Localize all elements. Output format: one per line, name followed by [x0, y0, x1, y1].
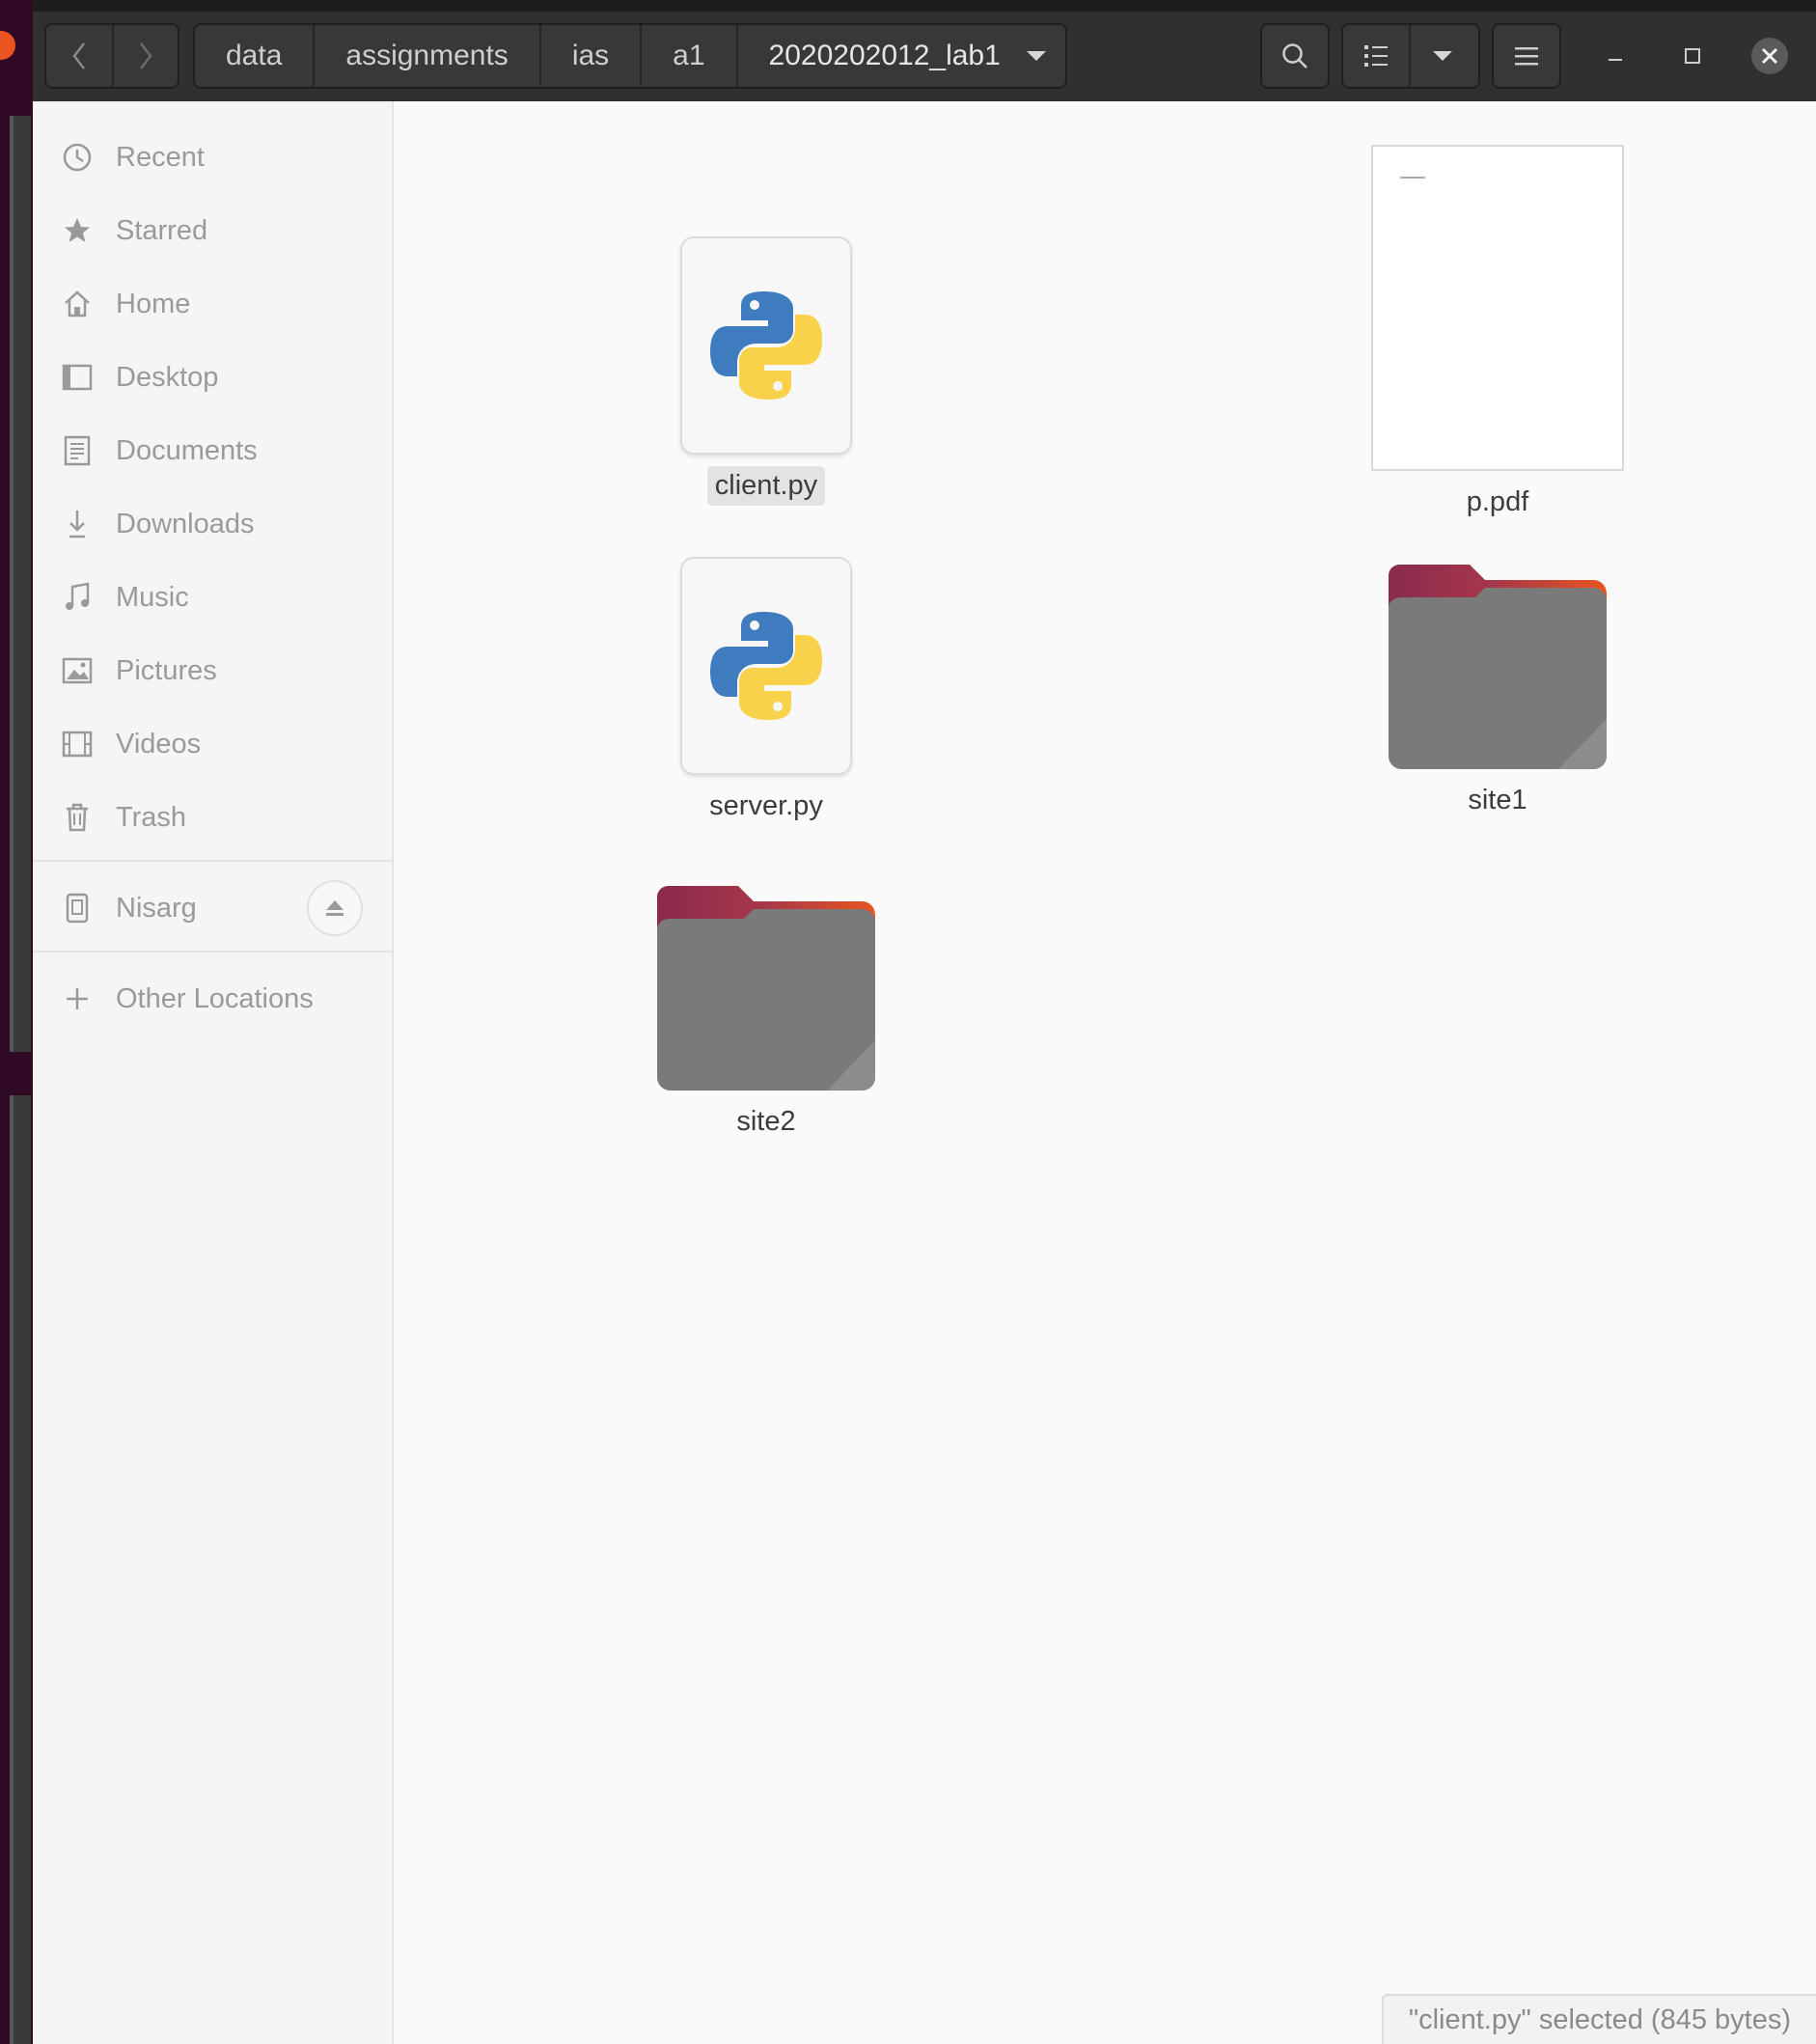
trash-icon [58, 798, 96, 837]
python-file-icon [680, 557, 852, 775]
sidebar: Recent Starred Home Desktop Documents Do… [33, 101, 394, 2044]
main-menu-button[interactable] [1494, 25, 1559, 87]
sidebar-item-label: Documents [116, 434, 258, 466]
status-text: "client.py" selected (845 bytes) [1408, 2003, 1791, 2035]
view-toggle-button[interactable] [1343, 25, 1409, 87]
breadcrumb-assignments[interactable]: assignments [313, 25, 538, 87]
sidebar-item-desktop[interactable]: Desktop [33, 344, 392, 411]
headerbar: data assignments ias a1 2020202012_lab1 [33, 12, 1816, 101]
file-name: site2 [736, 1106, 796, 1137]
desktop-background-strip [0, 0, 33, 2044]
sidebar-item-label: Desktop [116, 361, 219, 393]
file-name: p.pdf [1466, 486, 1529, 517]
breadcrumb-current-folder[interactable]: 2020202012_lab1 [735, 25, 1078, 87]
background-window-scrollbar-lower [10, 1095, 31, 2044]
clock-icon [58, 138, 96, 177]
sidebar-item-videos[interactable]: Videos [33, 710, 392, 778]
file-grid: client.py p.pdf server.py site1 site2 "c… [394, 101, 1816, 2044]
breadcrumb: data assignments ias a1 2020202012_lab1 [193, 23, 1067, 89]
sidebar-item-nisarg[interactable]: Nisarg [33, 874, 392, 942]
sidebar-item-pictures[interactable]: Pictures [33, 637, 392, 704]
file-name: client.py [706, 466, 826, 506]
sidebar-item-documents[interactable]: Documents [33, 417, 392, 484]
view-button-group [1341, 23, 1480, 89]
selection-status-bar: "client.py" selected (845 bytes) [1381, 1994, 1816, 2044]
file-item-client-py[interactable]: client.py [670, 236, 863, 506]
nav-buttons [44, 23, 179, 89]
search-icon [1282, 43, 1307, 69]
breadcrumb-ias[interactable]: ias [538, 25, 640, 87]
file-item-p-pdf[interactable]: p.pdf [1353, 145, 1642, 522]
desktop-icon [58, 358, 96, 397]
film-icon [58, 725, 96, 763]
terminal-close-icon[interactable] [0, 31, 15, 60]
sidebar-item-label: Recent [116, 141, 205, 173]
home-icon [58, 285, 96, 323]
top-edge [0, 0, 1816, 12]
file-name: server.py [709, 790, 823, 821]
caret-down-icon [1433, 51, 1452, 61]
close-icon [1751, 38, 1788, 74]
plus-icon [58, 980, 96, 1018]
forward-button[interactable] [112, 25, 178, 87]
star-icon [58, 211, 96, 250]
sidebar-item-label: Starred [116, 214, 208, 246]
file-item-server-py[interactable]: server.py [670, 557, 863, 826]
eject-button[interactable] [307, 880, 363, 936]
file-item-site1[interactable]: site1 [1353, 565, 1642, 820]
download-icon [58, 505, 96, 543]
minimize-icon [1609, 59, 1622, 61]
sidebar-item-downloads[interactable]: Downloads [33, 490, 392, 558]
document-icon [58, 431, 96, 470]
picture-icon [58, 651, 96, 690]
sidebar-item-music[interactable]: Music [33, 564, 392, 631]
hamburger-menu-icon [1515, 47, 1538, 66]
search-button-group [1260, 23, 1330, 89]
sidebar-item-starred[interactable]: Starred [33, 197, 392, 264]
sidebar-item-label: Other Locations [116, 982, 314, 1014]
sidebar-item-trash[interactable]: Trash [33, 784, 392, 851]
menu-button-group [1492, 23, 1561, 89]
maximize-button[interactable] [1660, 23, 1725, 89]
view-options-button[interactable] [1409, 25, 1474, 87]
search-button[interactable] [1262, 25, 1328, 87]
sidebar-item-label: Home [116, 288, 191, 319]
sidebar-item-label: Videos [116, 728, 202, 760]
breadcrumb-a1[interactable]: a1 [640, 25, 735, 87]
sidebar-item-label: Pictures [116, 654, 217, 686]
sidebar-item-label: Nisarg [116, 892, 197, 924]
sidebar-item-label: Trash [116, 801, 187, 833]
file-item-site2[interactable]: site2 [657, 886, 875, 1142]
close-button[interactable] [1737, 23, 1802, 89]
breadcrumb-data[interactable]: data [195, 25, 313, 87]
caret-down-icon [1026, 51, 1046, 61]
sidebar-item-label: Music [116, 581, 189, 613]
file-manager-window: data assignments ias a1 2020202012_lab1 [33, 12, 1816, 2044]
pdf-thumbnail-text-mark [1400, 177, 1425, 179]
pdf-thumbnail-icon [1371, 145, 1624, 471]
sidebar-item-home[interactable]: Home [33, 270, 392, 338]
sidebar-item-recent[interactable]: Recent [33, 124, 392, 191]
sidebar-separator [33, 860, 392, 862]
sidebar-item-label: Downloads [116, 508, 255, 539]
file-name: site1 [1468, 785, 1527, 815]
sidebar-separator [33, 951, 392, 953]
folder-icon [1389, 565, 1607, 769]
eject-icon [326, 900, 344, 916]
music-note-icon [58, 578, 96, 617]
python-file-icon [680, 236, 852, 455]
minimize-button[interactable] [1582, 23, 1648, 89]
chevron-left-icon [72, 42, 85, 69]
list-view-icon [1364, 45, 1388, 67]
maximize-icon [1685, 48, 1700, 64]
back-button[interactable] [46, 25, 112, 87]
folder-icon [657, 886, 875, 1091]
chevron-right-icon [140, 42, 152, 69]
breadcrumb-current-label: 2020202012_lab1 [768, 40, 1001, 71]
background-window-scrollbar [10, 116, 31, 1052]
drive-icon [58, 889, 96, 927]
sidebar-item-other-locations[interactable]: Other Locations [33, 965, 392, 1033]
